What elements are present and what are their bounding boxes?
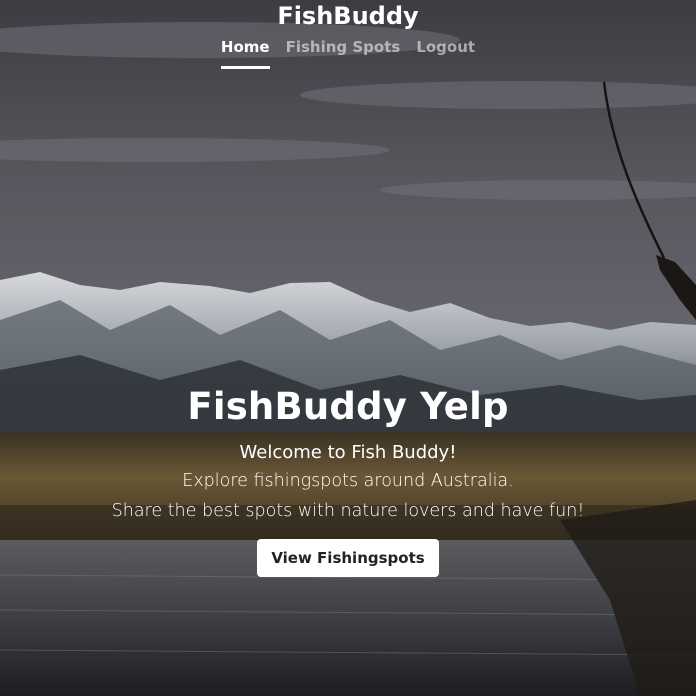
hero-subtitle: Welcome to Fish Buddy! bbox=[239, 442, 457, 463]
hero-description-line-2: Share the best spots with nature lovers … bbox=[111, 501, 585, 521]
nav-fishing-spots[interactable]: Fishing Spots bbox=[286, 37, 401, 69]
nav-home[interactable]: Home bbox=[220, 37, 270, 69]
hero-title: FishBuddy Yelp bbox=[187, 385, 509, 428]
main-nav: Home Fishing Spots Logout bbox=[0, 37, 696, 69]
brand-title[interactable]: FishBuddy bbox=[0, 0, 696, 32]
nav-logout[interactable]: Logout bbox=[416, 37, 475, 69]
hero-section: FishBuddy Yelp Welcome to Fish Buddy! Ex… bbox=[0, 383, 696, 577]
hero-background-image bbox=[0, 0, 696, 696]
hero-description-line-1: Explore fishingspots around Australia. bbox=[182, 471, 514, 491]
view-fishingspots-button[interactable]: View Fishingspots bbox=[257, 539, 439, 577]
